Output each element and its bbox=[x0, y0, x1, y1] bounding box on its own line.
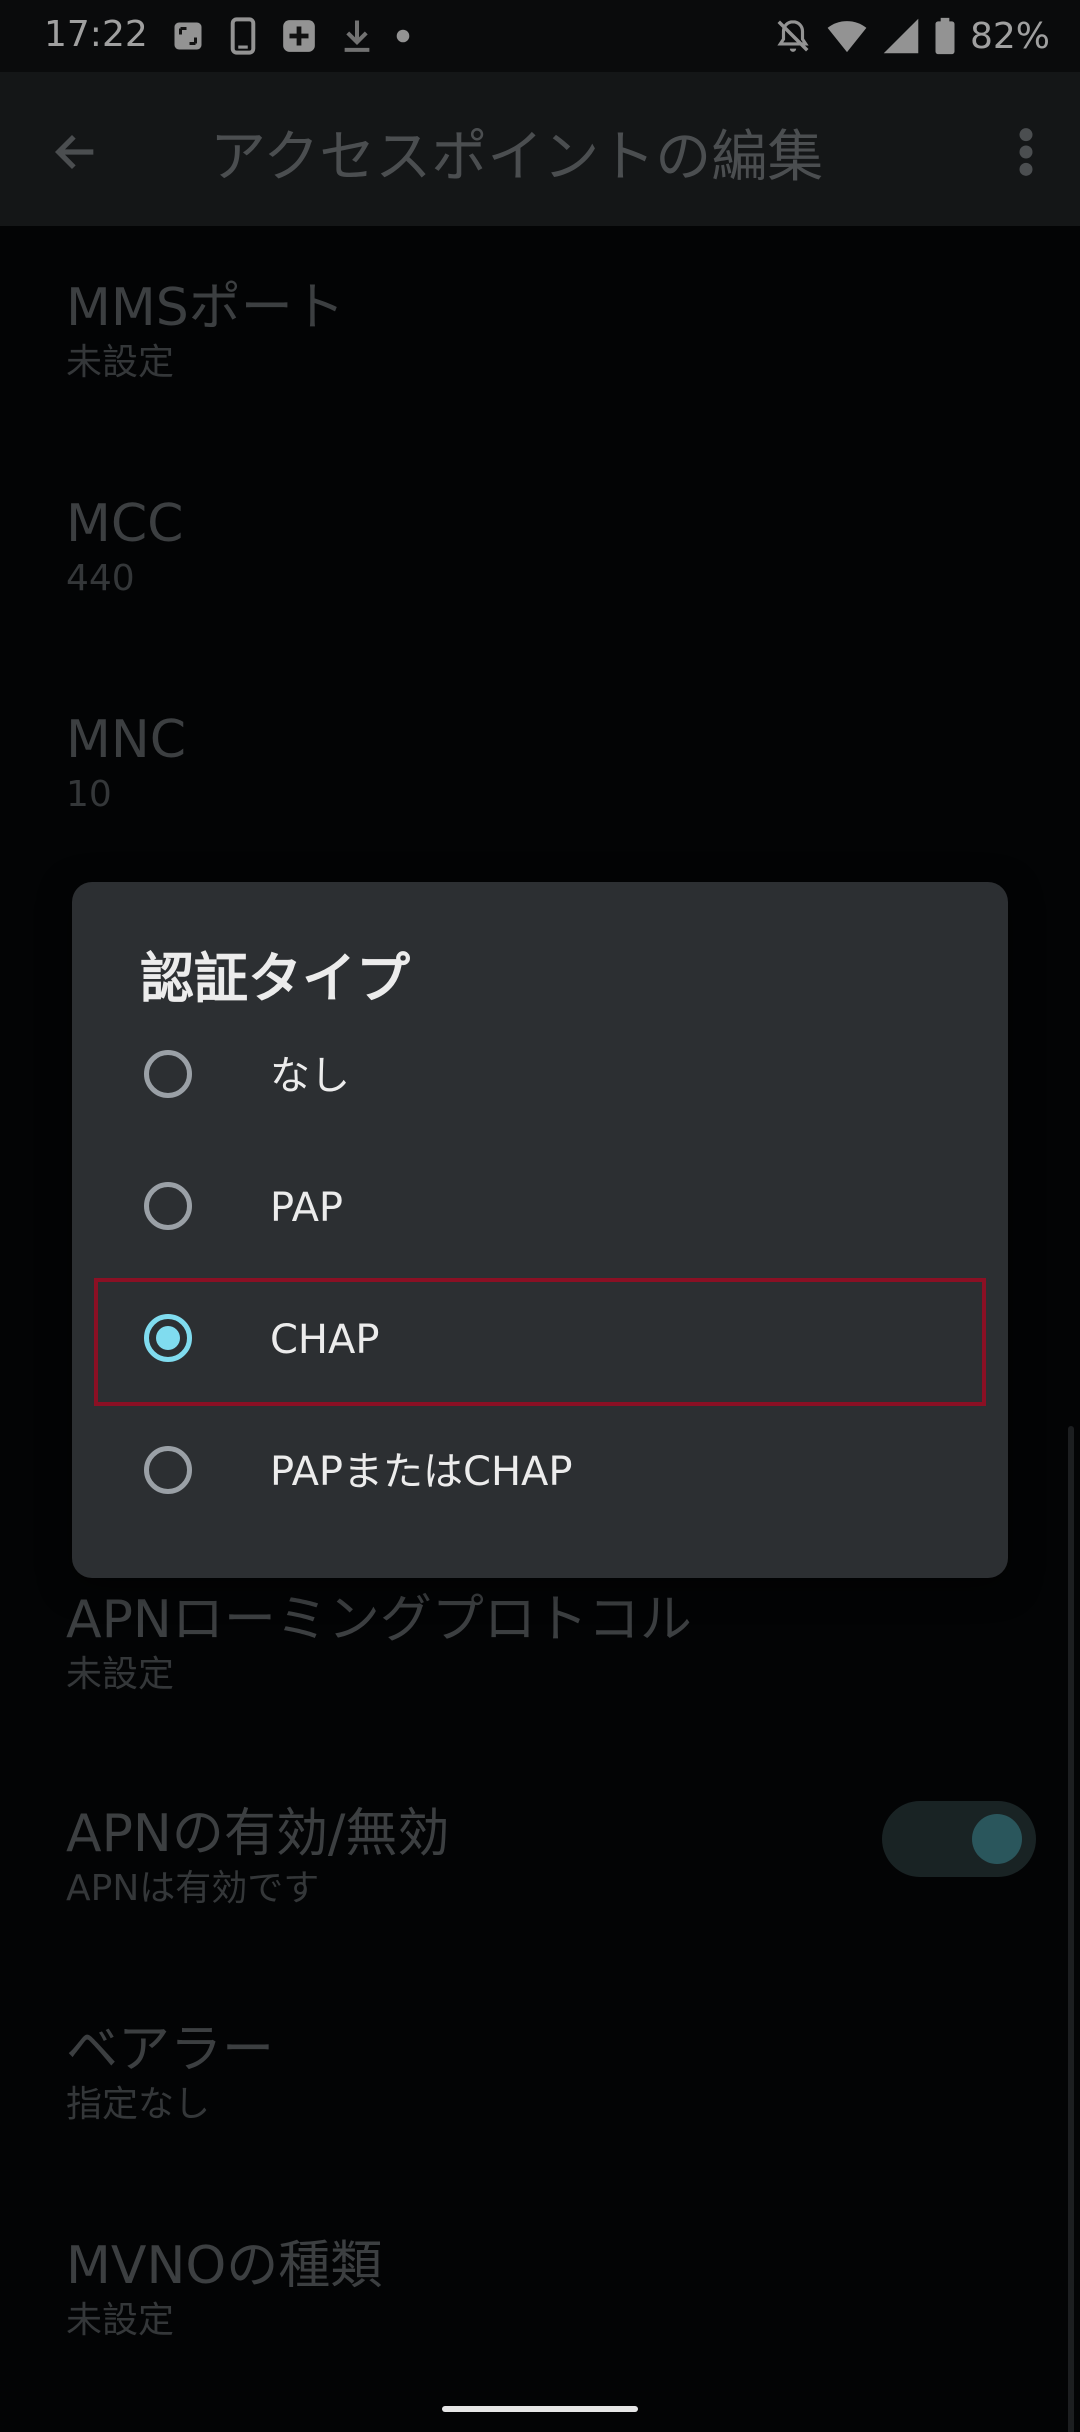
auth-type-dialog: 認証タイプ なし PAP CHAP PAPまたはCHAP bbox=[72, 882, 1008, 1578]
option-label: PAP bbox=[270, 1185, 344, 1231]
radio-button-checked[interactable] bbox=[144, 1314, 192, 1362]
option-pap-or-chap[interactable]: PAPまたはCHAP bbox=[72, 1406, 1008, 1538]
option-label: なし bbox=[270, 1053, 350, 1099]
option-label: PAPまたはCHAP bbox=[270, 1449, 573, 1495]
radio-button[interactable] bbox=[144, 1446, 192, 1494]
selection-highlight bbox=[94, 1278, 986, 1406]
dialog-title: 認証タイプ bbox=[140, 947, 410, 1010]
option-chap[interactable]: CHAP bbox=[72, 1274, 1008, 1406]
radio-button[interactable] bbox=[144, 1050, 192, 1098]
screen: 17:22 82% アクセスポイントの編集 MMSポート 未設定 MCC 440… bbox=[0, 0, 1080, 2432]
option-pap[interactable]: PAP bbox=[72, 1142, 1008, 1274]
option-label: CHAP bbox=[270, 1317, 380, 1363]
radio-button[interactable] bbox=[144, 1182, 192, 1230]
option-none[interactable]: なし bbox=[72, 1010, 1008, 1142]
gesture-nav-handle[interactable] bbox=[442, 2406, 638, 2412]
